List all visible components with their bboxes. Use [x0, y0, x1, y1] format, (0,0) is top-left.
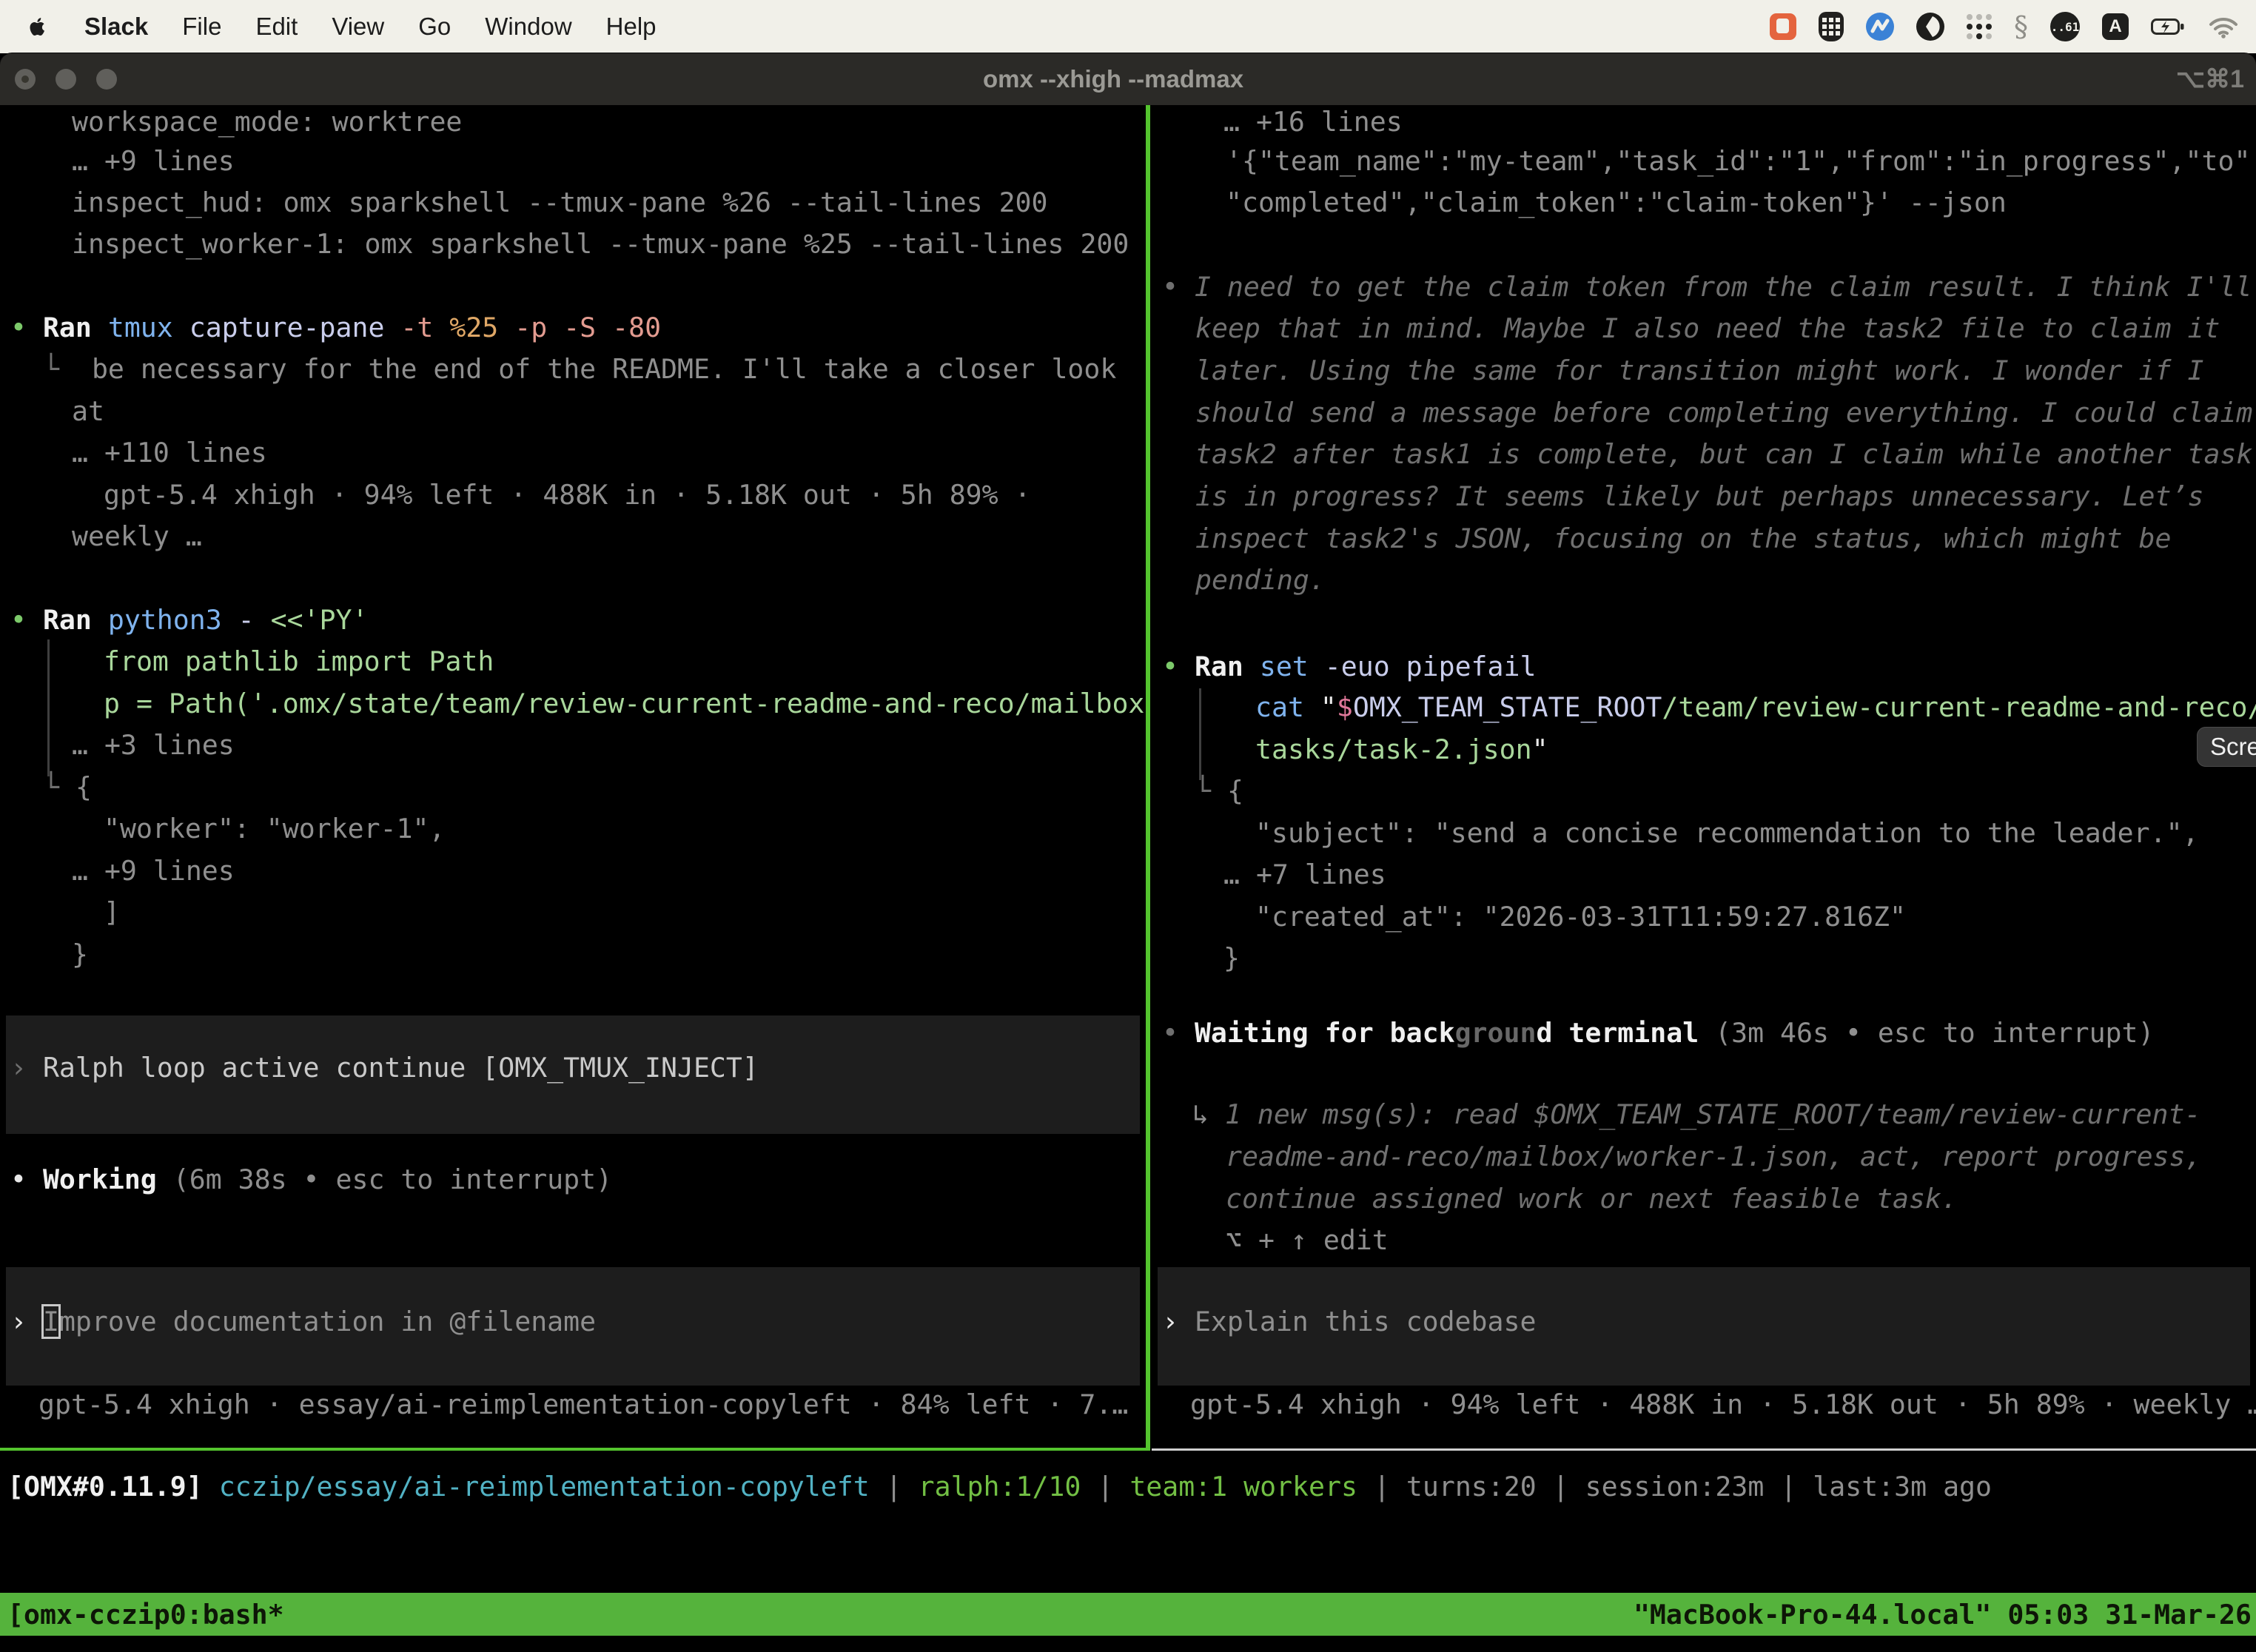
- terminal-content: workspace_mode: worktree … +9 lines insp…: [0, 105, 2256, 1652]
- thinking-line: later. Using the same for transition mig…: [1195, 354, 2203, 388]
- menu-file[interactable]: File: [182, 13, 221, 41]
- right-terminal-pane[interactable]: … +16 lines '{"team_name":"my-team","tas…: [1152, 105, 2256, 1451]
- code-line: from pathlib import Path: [104, 645, 494, 679]
- macos-menu-bar: Slack File Edit View Go Window Help § ..…: [0, 0, 2256, 53]
- thinking-line: pending.: [1195, 563, 1326, 597]
- log-line: '{"team_name":"my-team","task_id":"1","f…: [1226, 144, 2256, 178]
- thinking-line: inspect task2's JSON, focusing on the st…: [1195, 522, 2172, 556]
- window-shortcut-hint: ⌥⌘1: [2176, 53, 2244, 105]
- ran-command-line: • Ran set -euo pipefail: [1162, 650, 1536, 684]
- command-output-line: "worker": "worker-1",: [104, 812, 445, 846]
- keypad-shield-icon[interactable]: [1819, 12, 1844, 41]
- omx-session-status-line: [OMX#0.11.9] cczip/essay/ai-reimplementa…: [7, 1470, 1992, 1504]
- blue-badge-icon[interactable]: [1866, 13, 1894, 41]
- pane-status-line: gpt-5.4 xhigh · essay/ai-reimplementatio…: [38, 1388, 1128, 1422]
- tmux-host-clock-label: "MacBook-Pro-44.local" 05:03 31-Mar-26: [1634, 1599, 2256, 1631]
- menu-view[interactable]: View: [332, 13, 384, 41]
- crescent-glyph-icon: [1916, 13, 1944, 41]
- screenshot-tooltip: Scre: [2197, 727, 2256, 767]
- command-output-line: weekly …: [72, 520, 202, 554]
- terminal-window: omx --xhigh --madmax ⌥⌘1 workspace_mode:…: [0, 53, 2256, 1652]
- wifi-icon[interactable]: [2207, 15, 2240, 38]
- menu-help[interactable]: Help: [606, 13, 657, 41]
- command-output-line: ]: [104, 896, 120, 930]
- command-output-line: "created_at": "2026-03-31T11:59:27.816Z": [1255, 900, 1906, 934]
- loom-icon[interactable]: [1916, 13, 1944, 41]
- tree-branch-line: [47, 639, 50, 776]
- prompt-input-line[interactable]: › Explain this codebase: [1162, 1305, 1536, 1339]
- thinking-line: • I need to get the claim token from the…: [1162, 270, 2252, 304]
- ralph-loop-status-line: › Ralph loop active continue [OMX_TMUX_I…: [10, 1051, 759, 1085]
- command-output-line: … +7 lines: [1223, 858, 1386, 892]
- prompt-input-line[interactable]: › Improve documentation in @filename: [10, 1305, 596, 1339]
- screenshot-chat-icon[interactable]: [1770, 13, 1796, 40]
- apple-menu-icon[interactable]: [27, 13, 50, 41]
- edit-hint-line: ⌥ + ↑ edit: [1226, 1223, 1389, 1258]
- log-line: inspect_hud: omx sparkshell --tmux-pane …: [72, 186, 1048, 220]
- waiting-status-line: • Waiting for background terminal (3m 46…: [1162, 1016, 2154, 1050]
- ran-command-line: • Ran python3 - <<'PY': [10, 603, 368, 637]
- pane-status-line: gpt-5.4 xhigh · 94% left · 488K in · 5.1…: [1190, 1388, 2256, 1422]
- window-title: omx --xhigh --madmax: [983, 53, 1243, 105]
- tmux-session-label[interactable]: [omx-cczip0:bash*: [0, 1599, 284, 1631]
- command-output-line: └ {: [43, 770, 92, 805]
- thinking-line: keep that in mind. Maybe I also need the…: [1195, 312, 2220, 346]
- command-output-line: └ {: [1195, 774, 1243, 808]
- command-output-line: gpt-5.4 xhigh · 94% left · 488K in · 5.1…: [104, 478, 1031, 512]
- thinking-line: is in progress? It seems likely but perh…: [1195, 480, 2203, 514]
- menu-app-name[interactable]: Slack: [84, 13, 148, 41]
- menu-edit[interactable]: Edit: [255, 13, 298, 41]
- zigzag-glyph-icon: [1866, 13, 1894, 41]
- tmux-status-bar: [omx-cczip0:bash* "MacBook-Pro-44.local"…: [0, 1593, 2256, 1636]
- battery-icon[interactable]: [2151, 18, 2185, 36]
- minimize-window-button[interactable]: [56, 69, 76, 90]
- wifi-glyph-icon: [2207, 15, 2240, 38]
- command-output-line: }: [1223, 941, 1240, 976]
- left-terminal-pane[interactable]: workspace_mode: worktree … +9 lines insp…: [0, 105, 1146, 1451]
- battery-badge-icon[interactable]: ..61: [2050, 12, 2080, 41]
- tree-branch-line: [1199, 688, 1201, 780]
- mailbox-message-line: ↳ 1 new msg(s): read $OMX_TEAM_STATE_ROO…: [1192, 1098, 2200, 1132]
- log-line: … +9 lines: [72, 144, 235, 178]
- menu-window[interactable]: Window: [485, 13, 571, 41]
- window-title-bar[interactable]: omx --xhigh --madmax ⌥⌘1: [0, 53, 2256, 105]
- battery-glyph-icon: [2151, 18, 2185, 36]
- command-output-line: }: [72, 938, 88, 972]
- pane-divider[interactable]: [1146, 105, 1150, 1451]
- screen: Slack File Edit View Go Window Help § ..…: [0, 0, 2256, 1652]
- command-output-line: … +9 lines: [72, 854, 235, 888]
- code-line: tasks/task-2.json": [1255, 733, 1548, 767]
- command-output-line: at: [72, 394, 104, 429]
- close-window-button[interactable]: [15, 69, 36, 90]
- mailbox-message-line: continue assigned work or next feasible …: [1226, 1182, 1958, 1216]
- zoom-window-button[interactable]: [96, 69, 117, 90]
- command-output-line: … +110 lines: [72, 436, 267, 470]
- log-line: "completed","claim_token":"claim-token"}…: [1226, 186, 2007, 220]
- menu-go[interactable]: Go: [418, 13, 451, 41]
- mailbox-message-line: readme-and-reco/mailbox/worker-1.json, a…: [1226, 1140, 2202, 1174]
- code-line: … +3 lines: [72, 728, 235, 762]
- ran-command-line: • Ran tmux capture-pane -t %25 -p -S -80: [10, 311, 661, 345]
- input-source-icon[interactable]: A: [2102, 13, 2129, 40]
- code-line: cat "$OMX_TEAM_STATE_ROOT/team/review-cu…: [1255, 691, 2256, 725]
- working-status-line: • Working (6m 38s • esc to interrupt): [10, 1163, 612, 1197]
- left-pane-border: [0, 1448, 1146, 1451]
- log-line: workspace_mode: worktree: [72, 105, 462, 139]
- dots-grid-icon[interactable]: [1967, 14, 1992, 39]
- command-output-line: └ be necessary for the end of the README…: [43, 352, 1116, 386]
- squiggle-icon[interactable]: §: [2014, 10, 2028, 43]
- code-line: p = Path('.omx/state/team/review-current…: [104, 687, 1146, 721]
- log-line: … +16 lines: [1223, 105, 1403, 139]
- log-line: inspect_worker-1: omx sparkshell --tmux-…: [72, 227, 1129, 261]
- right-pane-border: [1152, 1448, 2256, 1451]
- thinking-line: task2 after task1 is complete, but can I…: [1195, 437, 2252, 471]
- command-output-line: "subject": "send a concise recommendatio…: [1255, 816, 2199, 850]
- thinking-line: should send a message before completing …: [1195, 396, 2252, 430]
- apple-logo-icon: [27, 13, 49, 40]
